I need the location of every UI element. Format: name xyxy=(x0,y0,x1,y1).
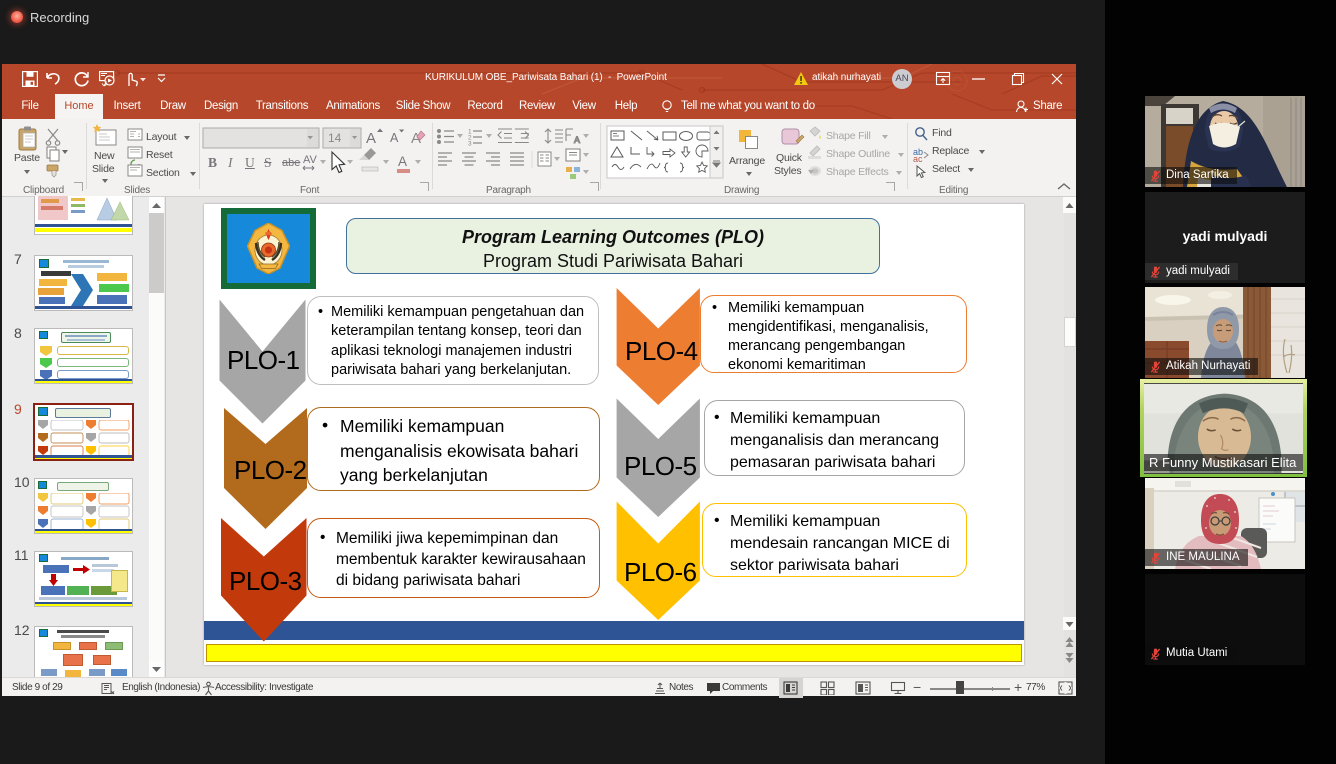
svg-text:A: A xyxy=(366,130,376,147)
svg-text:14: 14 xyxy=(328,131,342,145)
svg-text:A: A xyxy=(574,135,580,145)
svg-text:3: 3 xyxy=(468,141,472,148)
svg-text:ac: ac xyxy=(913,154,923,164)
svg-text:A: A xyxy=(390,131,399,145)
